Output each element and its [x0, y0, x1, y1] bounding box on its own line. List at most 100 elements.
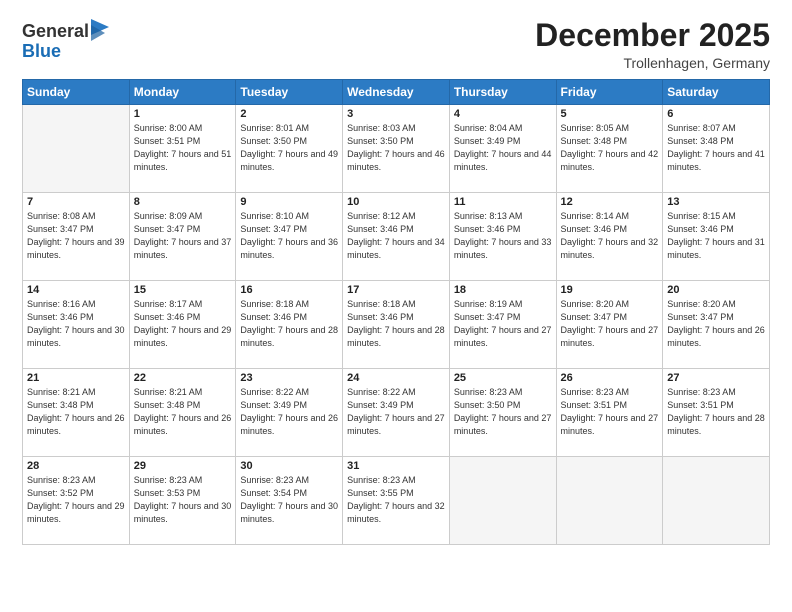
day-number: 7 — [27, 196, 125, 208]
day-info: Sunrise: 8:14 AMSunset: 3:46 PMDaylight:… — [561, 210, 659, 262]
day-number: 14 — [27, 284, 125, 296]
day-info: Sunrise: 8:22 AMSunset: 3:49 PMDaylight:… — [240, 386, 338, 438]
day-info: Sunrise: 8:18 AMSunset: 3:46 PMDaylight:… — [347, 298, 445, 350]
day-number: 13 — [667, 196, 765, 208]
calendar-header-tuesday: Tuesday — [236, 80, 343, 105]
calendar-cell: 18 Sunrise: 8:19 AMSunset: 3:47 PMDayligh… — [449, 281, 556, 369]
day-info: Sunrise: 8:18 AMSunset: 3:46 PMDaylight:… — [240, 298, 338, 350]
day-info: Sunrise: 8:05 AMSunset: 3:48 PMDaylight:… — [561, 122, 659, 174]
calendar-header-wednesday: Wednesday — [343, 80, 450, 105]
day-info: Sunrise: 8:19 AMSunset: 3:47 PMDaylight:… — [454, 298, 552, 350]
day-info: Sunrise: 8:23 AMSunset: 3:52 PMDaylight:… — [27, 474, 125, 526]
calendar-cell: 27 Sunrise: 8:23 AMSunset: 3:51 PMDayligh… — [663, 369, 770, 457]
week-row-4: 28Sunrise: 8:23 AMSunset: 3:52 PMDayligh… — [23, 457, 770, 545]
calendar-cell — [23, 105, 130, 193]
day-number: 11 — [454, 196, 552, 208]
day-number: 9 — [240, 196, 338, 208]
day-info: Sunrise: 8:09 AMSunset: 3:47 PMDaylight:… — [134, 210, 232, 262]
calendar-cell: 8 Sunrise: 8:09 AMSunset: 3:47 PMDaylight… — [129, 193, 236, 281]
day-number: 24 — [347, 372, 445, 384]
day-number: 2 — [240, 108, 338, 120]
day-info: Sunrise: 8:03 AMSunset: 3:50 PMDaylight:… — [347, 122, 445, 174]
calendar-cell: 22Sunrise: 8:21 AMSunset: 3:48 PMDayligh… — [129, 369, 236, 457]
calendar: SundayMondayTuesdayWednesdayThursdayFrid… — [22, 79, 770, 545]
calendar-cell: 11 Sunrise: 8:13 AMSunset: 3:46 PMDayligh… — [449, 193, 556, 281]
calendar-cell: 9 Sunrise: 8:10 AMSunset: 3:47 PMDaylight… — [236, 193, 343, 281]
day-number: 16 — [240, 284, 338, 296]
calendar-cell: 13 Sunrise: 8:15 AMSunset: 3:46 PMDayligh… — [663, 193, 770, 281]
day-number: 12 — [561, 196, 659, 208]
calendar-cell: 7 Sunrise: 8:08 AMSunset: 3:47 PMDaylight… — [23, 193, 130, 281]
page: General Blue December 2025 Trollenhagen,… — [0, 0, 792, 612]
day-info: Sunrise: 8:07 AMSunset: 3:48 PMDaylight:… — [667, 122, 765, 174]
day-info: Sunrise: 8:15 AMSunset: 3:46 PMDaylight:… — [667, 210, 765, 262]
day-number: 22 — [134, 372, 232, 384]
day-info: Sunrise: 8:04 AMSunset: 3:49 PMDaylight:… — [454, 122, 552, 174]
day-number: 3 — [347, 108, 445, 120]
title-block: December 2025 Trollenhagen, Germany — [535, 18, 770, 71]
calendar-cell: 4 Sunrise: 8:04 AMSunset: 3:49 PMDaylight… — [449, 105, 556, 193]
location: Trollenhagen, Germany — [535, 55, 770, 71]
calendar-cell: 17 Sunrise: 8:18 AMSunset: 3:46 PMDayligh… — [343, 281, 450, 369]
day-number: 21 — [27, 372, 125, 384]
calendar-cell: 24 Sunrise: 8:22 AMSunset: 3:49 PMDayligh… — [343, 369, 450, 457]
calendar-header-saturday: Saturday — [663, 80, 770, 105]
day-number: 8 — [134, 196, 232, 208]
calendar-header-monday: Monday — [129, 80, 236, 105]
day-number: 25 — [454, 372, 552, 384]
calendar-cell: 2Sunrise: 8:01 AMSunset: 3:50 PMDaylight… — [236, 105, 343, 193]
day-number: 6 — [667, 108, 765, 120]
calendar-cell: 1Sunrise: 8:00 AMSunset: 3:51 PMDaylight… — [129, 105, 236, 193]
day-info: Sunrise: 8:23 AMSunset: 3:51 PMDaylight:… — [561, 386, 659, 438]
calendar-cell — [556, 457, 663, 545]
day-number: 5 — [561, 108, 659, 120]
week-row-0: 1Sunrise: 8:00 AMSunset: 3:51 PMDaylight… — [23, 105, 770, 193]
week-row-3: 21Sunrise: 8:21 AMSunset: 3:48 PMDayligh… — [23, 369, 770, 457]
day-info: Sunrise: 8:23 AMSunset: 3:54 PMDaylight:… — [240, 474, 338, 526]
calendar-cell — [663, 457, 770, 545]
logo: General Blue — [22, 22, 109, 62]
week-row-1: 7 Sunrise: 8:08 AMSunset: 3:47 PMDaylight… — [23, 193, 770, 281]
day-info: Sunrise: 8:08 AMSunset: 3:47 PMDaylight:… — [27, 210, 125, 262]
day-info: Sunrise: 8:16 AMSunset: 3:46 PMDaylight:… — [27, 298, 125, 350]
calendar-cell: 21Sunrise: 8:21 AMSunset: 3:48 PMDayligh… — [23, 369, 130, 457]
calendar-header-row: SundayMondayTuesdayWednesdayThursdayFrid… — [23, 80, 770, 105]
calendar-cell: 29Sunrise: 8:23 AMSunset: 3:53 PMDayligh… — [129, 457, 236, 545]
calendar-header-sunday: Sunday — [23, 80, 130, 105]
calendar-header-friday: Friday — [556, 80, 663, 105]
day-info: Sunrise: 8:22 AMSunset: 3:49 PMDaylight:… — [347, 386, 445, 438]
calendar-cell: 16 Sunrise: 8:18 AMSunset: 3:46 PMDayligh… — [236, 281, 343, 369]
day-number: 19 — [561, 284, 659, 296]
calendar-cell: 6 Sunrise: 8:07 AMSunset: 3:48 PMDaylight… — [663, 105, 770, 193]
header: General Blue December 2025 Trollenhagen,… — [22, 18, 770, 71]
day-number: 26 — [561, 372, 659, 384]
day-info: Sunrise: 8:23 AMSunset: 3:51 PMDaylight:… — [667, 386, 765, 438]
calendar-cell: 20Sunrise: 8:20 AMSunset: 3:47 PMDayligh… — [663, 281, 770, 369]
calendar-cell: 23Sunrise: 8:22 AMSunset: 3:49 PMDayligh… — [236, 369, 343, 457]
calendar-cell: 31 Sunrise: 8:23 AMSunset: 3:55 PMDayligh… — [343, 457, 450, 545]
day-number: 31 — [347, 460, 445, 472]
calendar-cell: 25Sunrise: 8:23 AMSunset: 3:50 PMDayligh… — [449, 369, 556, 457]
day-info: Sunrise: 8:10 AMSunset: 3:47 PMDaylight:… — [240, 210, 338, 262]
logo-blue: Blue — [22, 41, 61, 61]
calendar-cell: 14 Sunrise: 8:16 AMSunset: 3:46 PMDayligh… — [23, 281, 130, 369]
day-info: Sunrise: 8:20 AMSunset: 3:47 PMDaylight:… — [561, 298, 659, 350]
day-number: 17 — [347, 284, 445, 296]
calendar-header-thursday: Thursday — [449, 80, 556, 105]
calendar-cell: 12 Sunrise: 8:14 AMSunset: 3:46 PMDayligh… — [556, 193, 663, 281]
calendar-cell: 3 Sunrise: 8:03 AMSunset: 3:50 PMDaylight… — [343, 105, 450, 193]
logo-icon — [91, 19, 109, 41]
day-info: Sunrise: 8:13 AMSunset: 3:46 PMDaylight:… — [454, 210, 552, 262]
day-info: Sunrise: 8:17 AMSunset: 3:46 PMDaylight:… — [134, 298, 232, 350]
calendar-cell: 10Sunrise: 8:12 AMSunset: 3:46 PMDayligh… — [343, 193, 450, 281]
day-info: Sunrise: 8:23 AMSunset: 3:55 PMDaylight:… — [347, 474, 445, 526]
day-number: 20 — [667, 284, 765, 296]
calendar-cell: 30Sunrise: 8:23 AMSunset: 3:54 PMDayligh… — [236, 457, 343, 545]
day-number: 27 — [667, 372, 765, 384]
calendar-cell: 19 Sunrise: 8:20 AMSunset: 3:47 PMDayligh… — [556, 281, 663, 369]
day-info: Sunrise: 8:12 AMSunset: 3:46 PMDaylight:… — [347, 210, 445, 262]
day-number: 18 — [454, 284, 552, 296]
day-info: Sunrise: 8:23 AMSunset: 3:53 PMDaylight:… — [134, 474, 232, 526]
calendar-cell: 15Sunrise: 8:17 AMSunset: 3:46 PMDayligh… — [129, 281, 236, 369]
day-number: 4 — [454, 108, 552, 120]
